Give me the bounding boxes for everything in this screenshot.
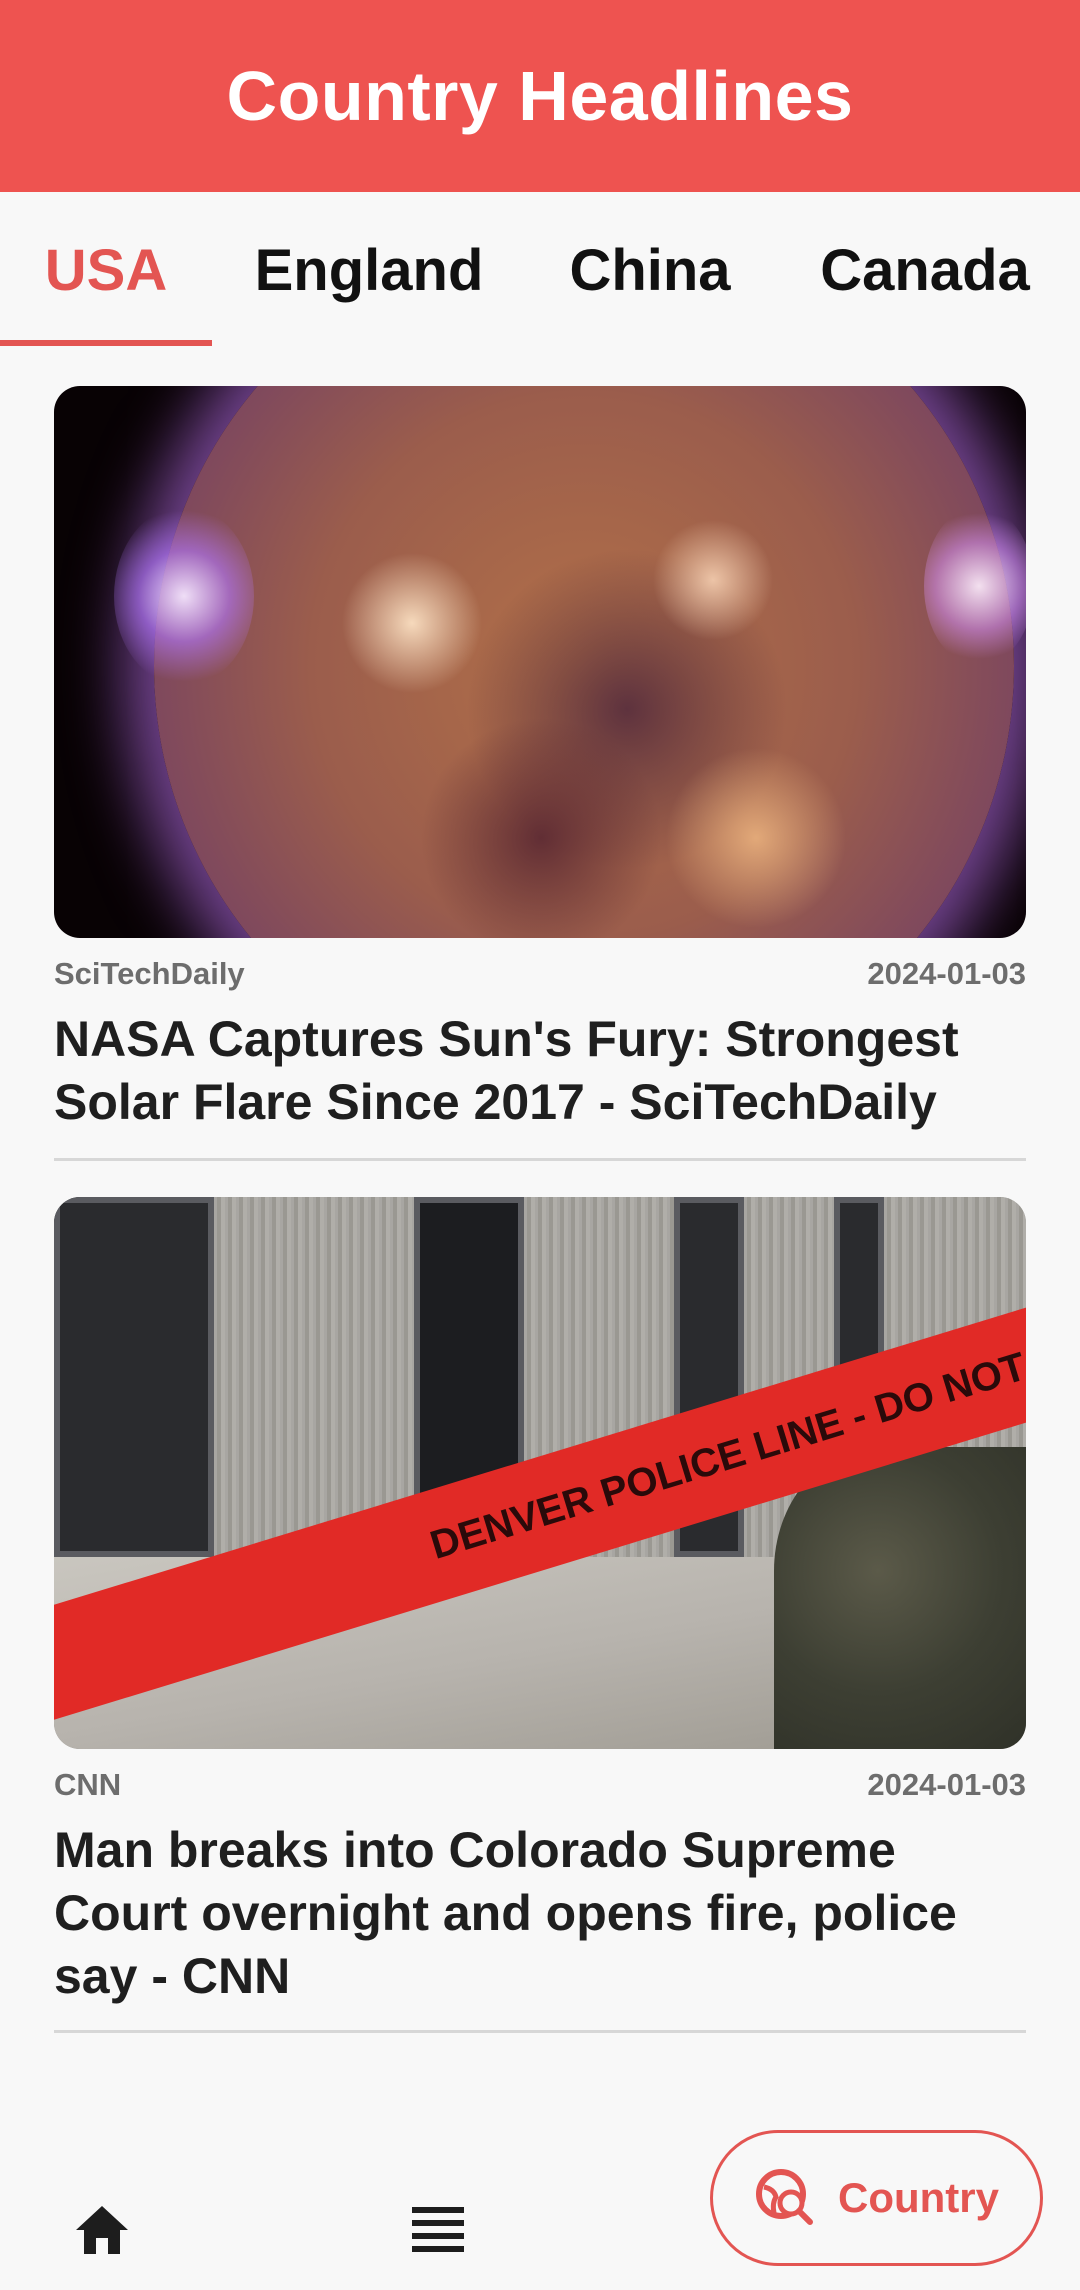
sun-graphic [154, 386, 1014, 938]
nav-country-button[interactable]: Country [710, 2130, 1043, 2266]
country-tabs: USA England China Canada [0, 192, 1080, 348]
globe-search-icon [756, 2169, 813, 2225]
tab-england[interactable]: England [230, 192, 508, 348]
tab-china[interactable]: China [545, 192, 755, 348]
article-divider [54, 2030, 1026, 2033]
article-date: 2024-01-03 [867, 1767, 1026, 1802]
article-card[interactable]: DENVER POLICE LINE - DO NOT CROSS CNN 20… [54, 1197, 1026, 2033]
app-screen: Country Headlines USA England China Cana… [0, 0, 1080, 2290]
article-source: SciTechDaily [54, 956, 245, 991]
article-title[interactable]: NASA Captures Sun's Fury: Strongest Sola… [54, 1008, 1026, 1134]
nav-home-button[interactable] [62, 2190, 142, 2270]
bottom-navigation: Country [0, 2100, 1080, 2290]
nav-list-button[interactable] [398, 2190, 478, 2270]
article-meta: CNN 2024-01-03 [54, 1765, 1026, 1805]
article-title[interactable]: Man breaks into Colorado Supreme Court o… [54, 1819, 1026, 2008]
article-card[interactable]: SciTechDaily 2024-01-03 NASA Captures Su… [54, 386, 1026, 1161]
article-divider [54, 1158, 1026, 1161]
home-icon [76, 2206, 128, 2254]
article-image-solar-flare[interactable] [54, 386, 1026, 938]
article-source: CNN [54, 1767, 122, 1802]
page-title: Country Headlines [226, 57, 854, 135]
list-icon [412, 2207, 464, 2252]
article-date: 2024-01-03 [867, 956, 1026, 991]
nav-country-label: Country [838, 2174, 999, 2221]
app-header: Country Headlines [0, 0, 1080, 192]
tab-usa[interactable]: USA [0, 192, 212, 348]
tab-active-indicator [0, 340, 212, 346]
tab-canada[interactable]: Canada [800, 192, 1050, 348]
article-meta: SciTechDaily 2024-01-03 [54, 954, 1026, 994]
article-image-police-tape[interactable]: DENVER POLICE LINE - DO NOT CROSS [54, 1197, 1026, 1749]
